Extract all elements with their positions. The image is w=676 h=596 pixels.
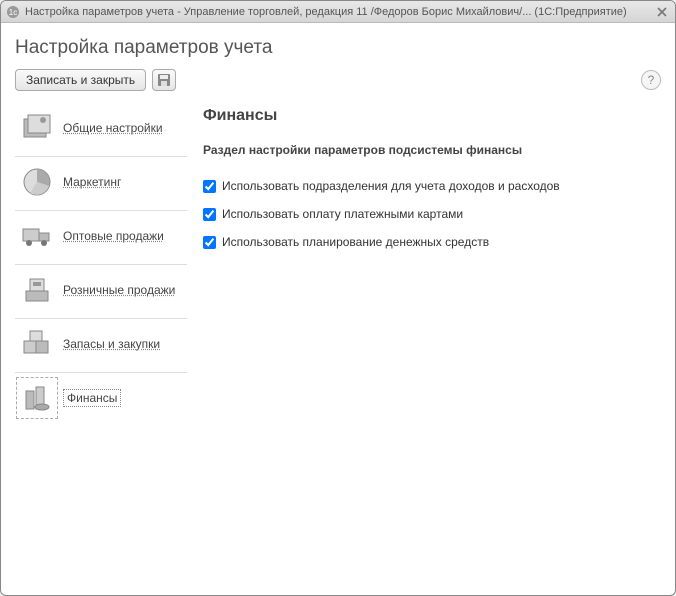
settings-icon (19, 110, 55, 146)
section-subtitle: Раздел настройки параметров подсистемы ф… (203, 143, 661, 157)
help-button[interactable]: ? (641, 70, 661, 90)
content: Настройка параметров учета Записать и за… (1, 23, 675, 595)
save-button[interactable] (152, 69, 176, 91)
main-panel: Финансы Раздел настройки параметров подс… (203, 103, 661, 581)
body: Общие настройки Маркетинг Оптовые продаж… (15, 103, 661, 581)
section-title: Финансы (203, 107, 661, 125)
sidebar-item-label: Розничные продажи (63, 283, 175, 297)
titlebar: 1c Настройка параметров учета - Управлен… (1, 1, 675, 23)
sidebar-item-stock[interactable]: Запасы и закупки (15, 319, 187, 373)
sidebar-item-marketing[interactable]: Маркетинг (15, 157, 187, 211)
save-close-button[interactable]: Записать и закрыть (15, 69, 146, 91)
app-icon: 1c (5, 4, 21, 20)
finance-icon (19, 380, 55, 416)
close-icon (657, 7, 667, 17)
truck-icon (19, 218, 55, 254)
close-button[interactable] (653, 4, 671, 20)
chart-icon (19, 164, 55, 200)
floppy-icon (157, 73, 171, 87)
sidebar-item-finance[interactable]: Финансы (15, 373, 187, 427)
option-label: Использовать планирование денежных средс… (222, 235, 489, 249)
option-label: Использовать оплату платежными картами (222, 207, 463, 221)
window: 1c Настройка параметров учета - Управлен… (0, 0, 676, 596)
sidebar: Общие настройки Маркетинг Оптовые продаж… (15, 103, 187, 581)
cashreg-icon (19, 272, 55, 308)
option-row[interactable]: Использовать оплату платежными картами (203, 207, 661, 221)
boxes-icon (19, 326, 55, 362)
help-icon: ? (648, 73, 655, 87)
option-row[interactable]: Использовать планирование денежных средс… (203, 235, 661, 249)
sidebar-item-general[interactable]: Общие настройки (15, 103, 187, 157)
option-checkbox-planning[interactable] (203, 236, 216, 249)
sidebar-item-wholesale[interactable]: Оптовые продажи (15, 211, 187, 265)
toolbar: Записать и закрыть ? (15, 69, 661, 91)
sidebar-item-label: Маркетинг (63, 175, 121, 189)
window-title: Настройка параметров учета - Управление … (25, 6, 653, 18)
sidebar-item-label: Запасы и закупки (63, 337, 160, 351)
page-title: Настройка параметров учета (15, 37, 661, 59)
option-checkbox-cards[interactable] (203, 208, 216, 221)
option-checkbox-departments[interactable] (203, 180, 216, 193)
sidebar-item-label: Оптовые продажи (63, 229, 164, 243)
sidebar-item-label: Общие настройки (63, 121, 163, 135)
sidebar-item-retail[interactable]: Розничные продажи (15, 265, 187, 319)
sidebar-item-label: Финансы (63, 389, 121, 407)
option-label: Использовать подразделения для учета дох… (222, 179, 560, 193)
svg-text:1c: 1c (9, 8, 17, 17)
option-row[interactable]: Использовать подразделения для учета дох… (203, 179, 661, 193)
